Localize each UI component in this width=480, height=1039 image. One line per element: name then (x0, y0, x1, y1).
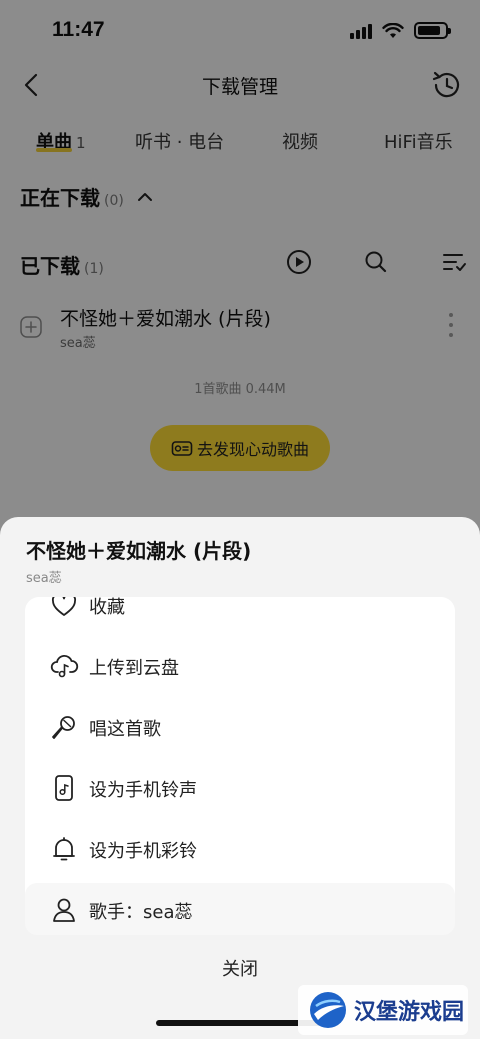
sheet-song-artist: sea蕊 (26, 571, 62, 586)
watermark-logo-icon (310, 992, 346, 1028)
menu-item-sing-song[interactable]: 唱这首歌 (25, 697, 455, 757)
watermark: 汉堡游戏园 (298, 985, 468, 1035)
phone-music-icon (55, 775, 73, 801)
microphone-icon (52, 716, 75, 739)
menu-item-set-caller-tune[interactable]: 设为手机彩铃 (25, 819, 455, 879)
heart-icon (52, 597, 76, 616)
menu-item-set-ringtone[interactable]: 设为手机铃声 (25, 758, 455, 818)
menu-item-singer[interactable]: 歌手：sea蕊 (25, 883, 455, 935)
bell-icon (53, 837, 75, 861)
menu-label: 设为手机铃声 (89, 780, 197, 801)
menu-label: 唱这首歌 (89, 719, 161, 740)
menu-item-upload-cloud[interactable]: 上传到云盘 (25, 636, 455, 696)
sheet-song-title: 不怪她＋爱如潮水 (片段) (26, 539, 252, 563)
cloud-upload-icon (50, 654, 79, 678)
menu-label: 收藏 (89, 597, 125, 618)
menu-label: 设为手机彩铃 (89, 841, 197, 862)
person-icon (53, 898, 75, 922)
song-options-sheet: 不怪她＋爱如潮水 (片段) sea蕊 收藏 上传到云盘 唱这首歌 设为手机铃声 … (0, 517, 480, 1039)
menu-item-favorite[interactable]: 收藏 (25, 597, 455, 635)
singer-label: 歌手：sea蕊 (89, 902, 193, 923)
close-button[interactable]: 关闭 (0, 955, 480, 981)
menu-label: 上传到云盘 (89, 658, 179, 679)
watermark-text: 汉堡游戏园 (354, 999, 465, 1025)
